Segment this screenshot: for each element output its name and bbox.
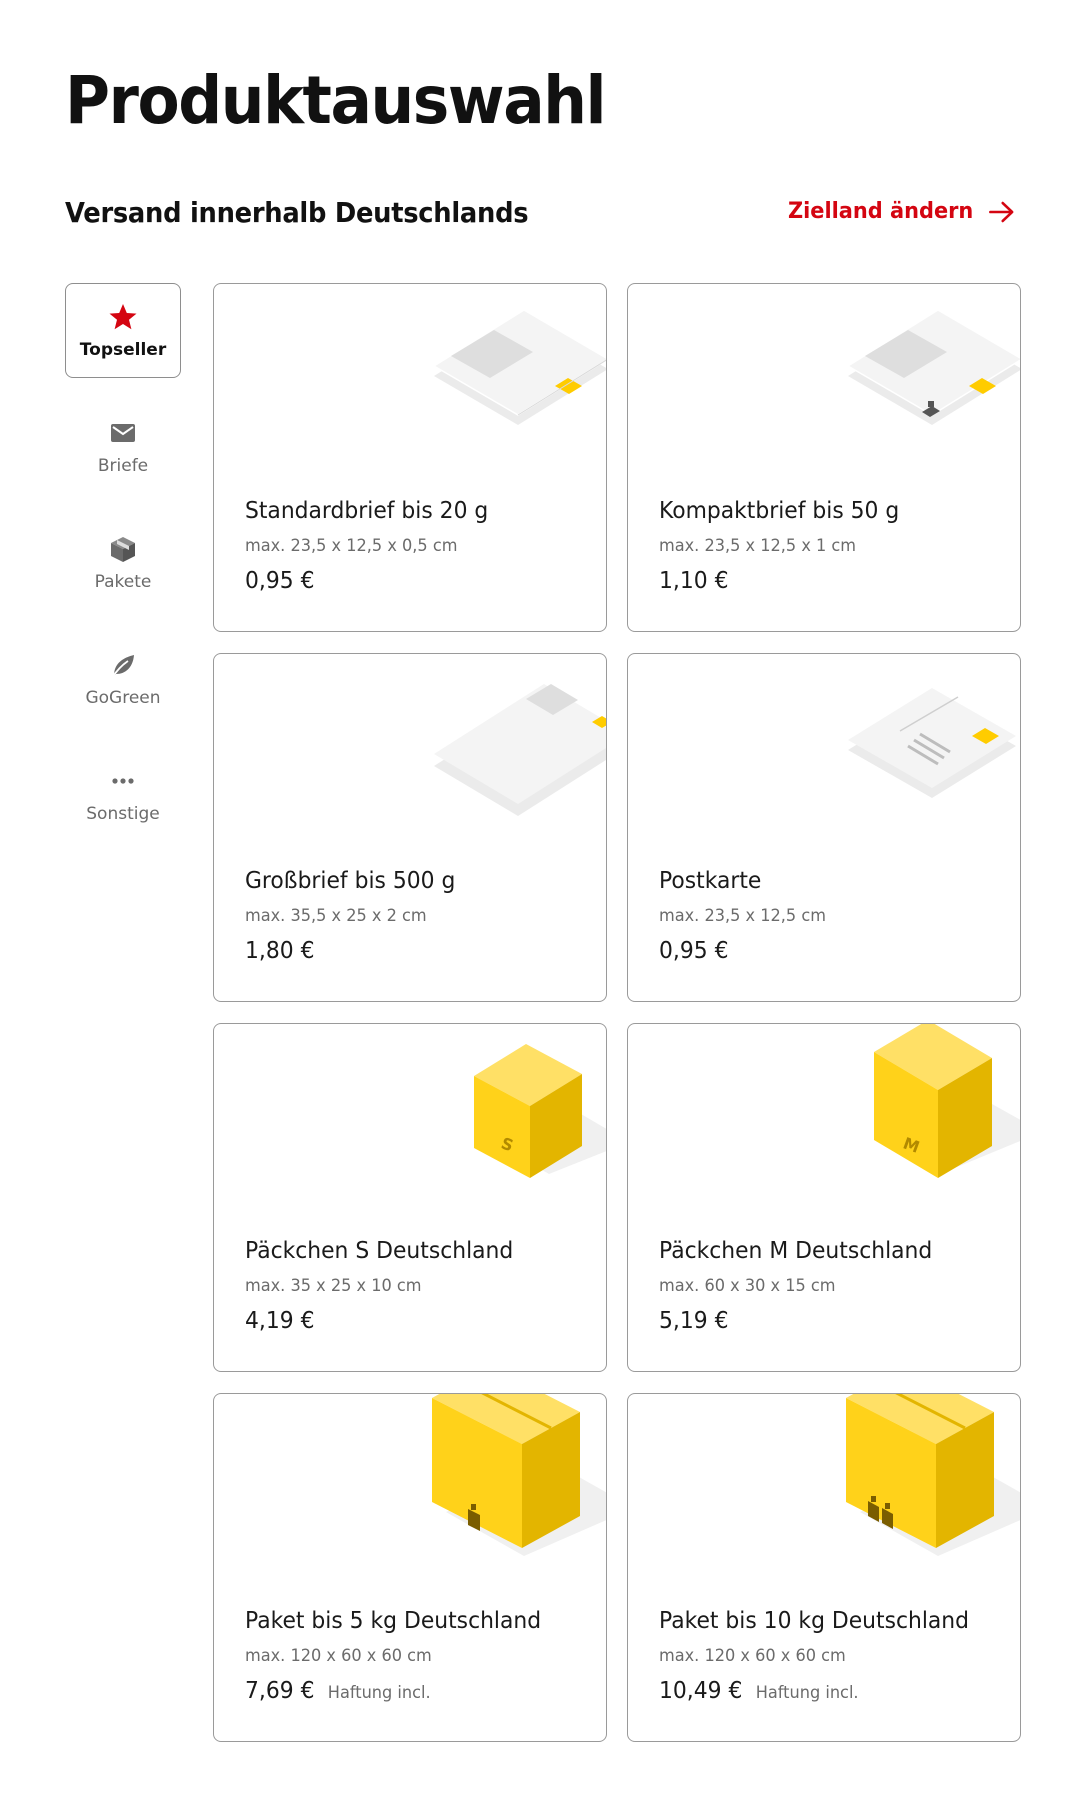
product-name: Kompaktbrief bis 50 g — [659, 498, 900, 524]
envelope-icon — [111, 423, 135, 442]
product-card-grossbrief[interactable]: Großbrief bis 500 g max. 35,5 x 25 x 2 c… — [213, 653, 607, 1002]
package-icon — [111, 536, 135, 562]
product-card-paeckchen-s[interactable]: S Päckchen S Deutschland max. 35 x 25 x … — [213, 1023, 607, 1372]
product-card-paket-5kg[interactable]: Paket bis 5 kg Deutschland max. 120 x 60… — [213, 1393, 607, 1742]
sidebar-item-label: Topseller — [79, 339, 167, 360]
sidebar-item-topseller[interactable]: Topseller — [65, 283, 181, 378]
product-grid: Standardbrief bis 20 g max. 23,5 x 12,5 … — [213, 283, 1021, 1742]
product-price: 1,80 € — [245, 938, 315, 964]
star-icon — [109, 303, 137, 329]
product-card-postkarte[interactable]: Postkarte max. 23,5 x 12,5 cm 0,95 € — [627, 653, 1021, 1002]
product-price: 10,49 € — [659, 1678, 743, 1704]
product-dimensions: max. 35,5 x 25 x 2 cm — [245, 906, 427, 926]
product-name: Großbrief bis 500 g — [245, 868, 456, 894]
product-dimensions: max. 120 x 60 x 60 cm — [659, 1646, 846, 1666]
change-destination-label: Zielland ändern — [787, 199, 974, 224]
sidebar-item-gogreen[interactable]: GoGreen — [65, 631, 181, 726]
medium-parcel-illustration: M — [874, 1024, 1020, 1178]
product-price: 1,10 € — [659, 568, 729, 594]
product-card-paeckchen-m[interactable]: M Päckchen M Deutschland max. 60 x 30 x … — [627, 1023, 1021, 1372]
page-title: Produktauswahl — [65, 62, 607, 139]
product-price: 0,95 € — [245, 568, 315, 594]
sidebar-item-pakete[interactable]: Pakete — [65, 515, 181, 610]
category-sidebar: Topseller Briefe Pakete GoGreen Sonstige — [65, 283, 181, 863]
parcel-illustration — [846, 1394, 1020, 1556]
product-dimensions: max. 23,5 x 12,5 x 1 cm — [659, 536, 857, 556]
liability-note: Haftung incl. — [327, 1683, 431, 1703]
product-price: 7,69 € — [245, 1678, 315, 1704]
product-dimensions: max. 35 x 25 x 10 cm — [245, 1276, 422, 1296]
product-name: Paket bis 10 kg Deutschland — [659, 1608, 970, 1634]
letter-illustration — [434, 684, 606, 816]
leaf-icon — [111, 654, 134, 678]
product-price: 5,19 € — [659, 1308, 729, 1334]
letter-illustration — [432, 309, 606, 425]
product-price: 0,95 € — [659, 938, 729, 964]
sidebar-item-label: GoGreen — [85, 687, 161, 708]
product-name: Päckchen M Deutschland — [659, 1238, 933, 1264]
product-card-paket-10kg[interactable]: Paket bis 10 kg Deutschland max. 120 x 6… — [627, 1393, 1021, 1742]
product-name: Standardbrief bis 20 g — [245, 498, 489, 524]
postcard-illustration — [848, 688, 1016, 798]
product-dimensions: max. 120 x 60 x 60 cm — [245, 1646, 432, 1666]
product-price: 4,19 € — [245, 1308, 315, 1334]
sidebar-item-briefe[interactable]: Briefe — [65, 399, 181, 494]
product-dimensions: max. 60 x 30 x 15 cm — [659, 1276, 836, 1296]
parcel-illustration — [432, 1394, 606, 1556]
product-name: Paket bis 5 kg Deutschland — [245, 1608, 542, 1634]
product-dimensions: max. 23,5 x 12,5 x 0,5 cm — [245, 536, 458, 556]
product-name: Päckchen S Deutschland — [245, 1238, 514, 1264]
change-destination-link[interactable]: Zielland ändern — [788, 199, 1015, 224]
section-title: Versand innerhalb Deutschlands — [65, 196, 529, 229]
liability-note: Haftung incl. — [755, 1683, 859, 1703]
sidebar-item-label: Pakete — [94, 571, 152, 592]
sidebar-item-label: Sonstige — [86, 803, 160, 824]
product-dimensions: max. 23,5 x 12,5 cm — [659, 906, 826, 926]
product-name: Postkarte — [659, 868, 762, 894]
product-card-kompaktbrief[interactable]: Kompaktbrief bis 50 g max. 23,5 x 12,5 x… — [627, 283, 1021, 632]
product-card-standardbrief[interactable]: Standardbrief bis 20 g max. 23,5 x 12,5 … — [213, 283, 607, 632]
letter-illustration — [846, 309, 1020, 425]
arrow-right-icon — [989, 201, 1014, 222]
small-parcel-illustration: S — [474, 1044, 606, 1178]
sidebar-item-sonstige[interactable]: Sonstige — [65, 747, 181, 842]
more-icon — [112, 777, 134, 784]
sidebar-item-label: Briefe — [97, 455, 149, 476]
